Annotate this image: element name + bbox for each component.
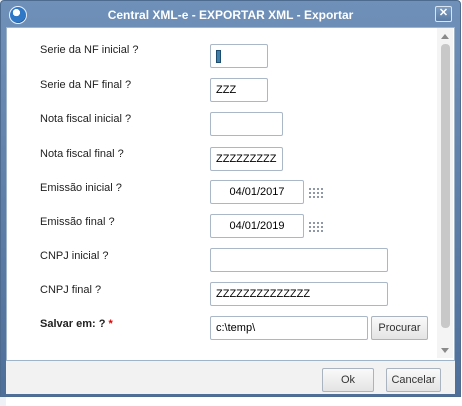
emissao-inicial-input[interactable]: 04/01/2017 [210, 180, 304, 204]
ok-button[interactable]: Ok [322, 368, 374, 392]
nota-final-label: Nota fiscal final ? [40, 148, 124, 160]
emissao-inicial-label: Emissão inicial ? [40, 182, 122, 194]
serie-final-input[interactable]: ZZZ [210, 78, 268, 102]
nota-inicial-input[interactable] [210, 112, 283, 136]
serie-inicial-label: Serie da NF inicial ? [40, 44, 139, 56]
cnpj-inicial-input[interactable] [210, 248, 388, 272]
emissao-final-input[interactable]: 04/01/2019 [210, 214, 304, 238]
scroll-down-icon[interactable] [441, 348, 449, 353]
calendar-icon[interactable] [309, 186, 323, 198]
cancel-button[interactable]: Cancelar [386, 368, 441, 392]
emissao-final-label: Emissão final ? [40, 216, 115, 228]
cnpj-final-input[interactable]: ZZZZZZZZZZZZZZ [210, 282, 388, 306]
salvar-em-text: Salvar em: ? [40, 318, 106, 330]
calendar-icon[interactable] [309, 220, 323, 232]
title-bar[interactable]: Central XML-e - EXPORTAR XML - Exportar … [1, 1, 460, 28]
serie-inicial-input[interactable] [210, 44, 268, 68]
cnpj-inicial-label: CNPJ inicial ? [40, 250, 109, 262]
salvar-em-label: Salvar em: ? * [40, 318, 113, 330]
close-icon[interactable]: ✕ [435, 6, 452, 22]
nota-inicial-label: Nota fiscal inicial ? [40, 113, 132, 125]
dialog-footer: Ok Cancelar [6, 361, 455, 394]
text-cursor [216, 50, 221, 63]
scroll-thumb[interactable] [441, 44, 450, 328]
procurar-button[interactable]: Procurar [371, 316, 428, 340]
vertical-scrollbar[interactable] [437, 28, 453, 358]
cnpj-final-label: CNPJ final ? [40, 284, 102, 296]
nota-final-input[interactable]: ZZZZZZZZZ [210, 147, 283, 171]
serie-final-label: Serie da NF final ? [40, 79, 132, 91]
window-title: Central XML-e - EXPORTAR XML - Exportar [107, 8, 354, 22]
salvar-em-input[interactable]: c:\temp\ [210, 316, 368, 340]
required-marker: * [108, 318, 113, 330]
scroll-up-icon[interactable] [441, 34, 449, 39]
